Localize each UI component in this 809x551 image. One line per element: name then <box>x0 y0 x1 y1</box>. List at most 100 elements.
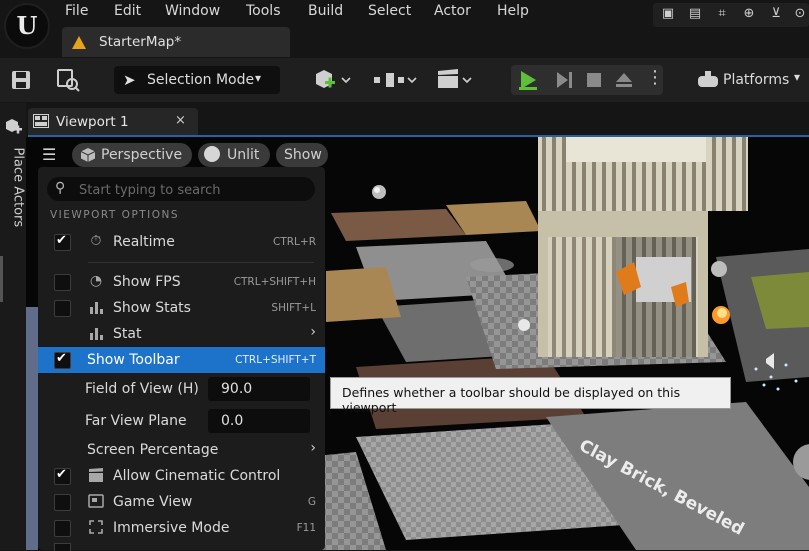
far-view-plane-input[interactable]: 0.0 <box>208 409 310 433</box>
cinematic-control-checkbox[interactable]: ✔ <box>54 467 71 485</box>
field-of-view-input[interactable]: 90.0 <box>208 377 310 401</box>
clapperboard-icon <box>89 468 103 482</box>
level-tab[interactable]: StarterMap* <box>62 27 290 57</box>
field-of-view-label: Field of View (H) <box>85 381 199 397</box>
far-view-plane-value: 0.0 <box>221 413 244 429</box>
show-fps-checkbox[interactable] <box>54 274 71 291</box>
download-icon[interactable]: ⊻ <box>766 6 786 24</box>
game-view-checkbox[interactable] <box>54 494 71 511</box>
menu-item-realtime[interactable]: ✔ ⏱ Realtime CTRL+R <box>38 229 325 255</box>
bar-chart-icon <box>90 302 103 314</box>
zoom-icon[interactable]: ⊕ <box>739 6 759 24</box>
menu-divider <box>88 262 314 263</box>
menu-item-allow-cinematic-control[interactable]: ✔ Allow Cinematic Control <box>38 463 325 489</box>
game-view-icon <box>88 494 104 508</box>
immersive-mode-shortcut: F11 <box>296 522 316 534</box>
menu-item-far-view-plane: Far View Plane 0.0 <box>38 407 325 435</box>
field-of-view-value: 90.0 <box>221 381 253 397</box>
unreal-logo-icon[interactable]: U <box>4 3 50 49</box>
menu-item-show-fps[interactable]: ◔ Show FPS CTRL+SHIFT+H <box>38 269 325 295</box>
menu-build[interactable]: Build <box>308 3 343 19</box>
viewport-tab-label: Viewport 1 <box>56 114 129 130</box>
immersive-mode-checkbox[interactable] <box>54 520 71 537</box>
menu-actor[interactable]: Actor <box>434 3 471 19</box>
menu-help[interactable]: Help <box>497 3 529 19</box>
show-stats-label: Show Stats <box>113 300 191 316</box>
feedback-icon[interactable]: ▣ <box>658 6 678 24</box>
browse-content-icon[interactable] <box>55 67 81 93</box>
menu-item-screen-percentage[interactable]: Screen Percentage › <box>38 437 325 463</box>
add-actor-icon[interactable] <box>312 66 354 94</box>
menu-search-box[interactable]: ⚲ <box>47 177 315 201</box>
menu-item-stat[interactable]: Stat › <box>38 321 325 347</box>
cube-icon <box>80 148 96 162</box>
immersive-mode-label: Immersive Mode <box>113 520 230 536</box>
stop-icon[interactable] <box>582 68 606 92</box>
menu-item-field-of-view: Field of View (H) 90.0 <box>38 375 325 403</box>
selection-mode-label: Selection Mode <box>147 72 255 88</box>
level-tab-label: StarterMap* <box>99 34 182 50</box>
chevron-down-icon: ▾ <box>255 71 262 85</box>
play-icon[interactable] <box>516 68 540 92</box>
checkmark-icon: ✔ <box>56 233 67 248</box>
place-actors-tab[interactable]: Place Actors <box>11 148 26 228</box>
show-stats-checkbox[interactable] <box>54 300 71 317</box>
show-toolbar-checkbox[interactable]: ✔ <box>54 351 71 369</box>
view-mode-button[interactable]: Unlit <box>198 143 270 167</box>
blueprint-icon[interactable] <box>372 66 418 94</box>
chevron-down-icon: ▾ <box>794 70 801 84</box>
show-stats-shortcut: SHIFT+L <box>271 302 316 314</box>
cursor-icon: ➤ <box>123 71 136 89</box>
tooltip-text: Defines whether a toolbar should be disp… <box>342 385 681 415</box>
viewport-tab[interactable]: Viewport 1 × <box>28 108 198 135</box>
screen-percentage-label: Screen Percentage <box>87 442 219 458</box>
menu-window[interactable]: Window <box>165 3 220 19</box>
unlit-label: Unlit <box>227 147 260 163</box>
fullscreen-icon <box>89 520 103 534</box>
show-fps-label: Show FPS <box>113 274 181 290</box>
level-icon <box>72 36 86 49</box>
place-actors-icon[interactable] <box>3 116 23 136</box>
menu-search-input[interactable] <box>77 180 311 200</box>
perspective-button[interactable]: Perspective <box>72 143 192 167</box>
menu-item-show-stats[interactable]: Show Stats SHIFT+L <box>38 295 325 321</box>
show-toolbar-tooltip: Defines whether a toolbar should be disp… <box>330 377 731 415</box>
hamburger-menu-icon[interactable]: ☰ <box>42 145 56 164</box>
stopwatch-icon: ⏱ <box>90 233 102 249</box>
viewport-icon <box>33 114 49 128</box>
gauge-icon: ◔ <box>89 273 103 289</box>
more-options-icon[interactable]: ⋮ <box>646 67 664 88</box>
save-icon[interactable] <box>10 69 32 91</box>
game-view-label: Game View <box>113 494 193 510</box>
step-icon[interactable] <box>551 68 575 92</box>
crop-icon[interactable]: ⌗ <box>712 6 732 24</box>
chevron-right-icon: › <box>310 324 316 340</box>
settings-icon[interactable]: ⊙ <box>790 6 809 24</box>
show-toolbar-label: Show Toolbar <box>87 352 180 368</box>
show-button[interactable]: Show <box>276 143 328 167</box>
notes-icon[interactable]: ▤ <box>685 6 705 24</box>
menu-item-show-toolbar[interactable]: ✔ Show Toolbar CTRL+SHIFT+T <box>38 347 325 373</box>
panel-tab-indicator <box>0 256 3 302</box>
perspective-label: Perspective <box>101 147 183 163</box>
checkmark-icon: ✔ <box>56 467 67 482</box>
realtime-shortcut: CTRL+R <box>273 236 316 248</box>
menu-item-game-view[interactable]: Game View G <box>38 489 325 515</box>
close-icon[interactable]: × <box>175 113 186 128</box>
realtime-label: Realtime <box>113 234 175 250</box>
cinematics-icon[interactable] <box>435 66 475 94</box>
menu-select[interactable]: Select <box>368 3 411 19</box>
platforms-dropdown[interactable]: Platforms ▾ <box>697 66 809 94</box>
show-label: Show <box>284 147 322 163</box>
game-view-shortcut: G <box>307 496 316 508</box>
menu-tools[interactable]: Tools <box>246 3 281 19</box>
eject-icon[interactable] <box>612 68 636 92</box>
unlit-sphere-icon <box>204 146 220 162</box>
menu-item-immersive-mode[interactable]: Immersive Mode F11 <box>38 515 325 541</box>
platforms-label: Platforms <box>723 72 790 88</box>
selection-mode-dropdown[interactable]: ➤ Selection Mode ▾ <box>114 66 280 94</box>
far-view-plane-label: Far View Plane <box>85 413 187 429</box>
menu-file[interactable]: File <box>65 3 88 19</box>
realtime-checkbox[interactable]: ✔ <box>54 233 71 251</box>
menu-edit[interactable]: Edit <box>114 3 141 19</box>
